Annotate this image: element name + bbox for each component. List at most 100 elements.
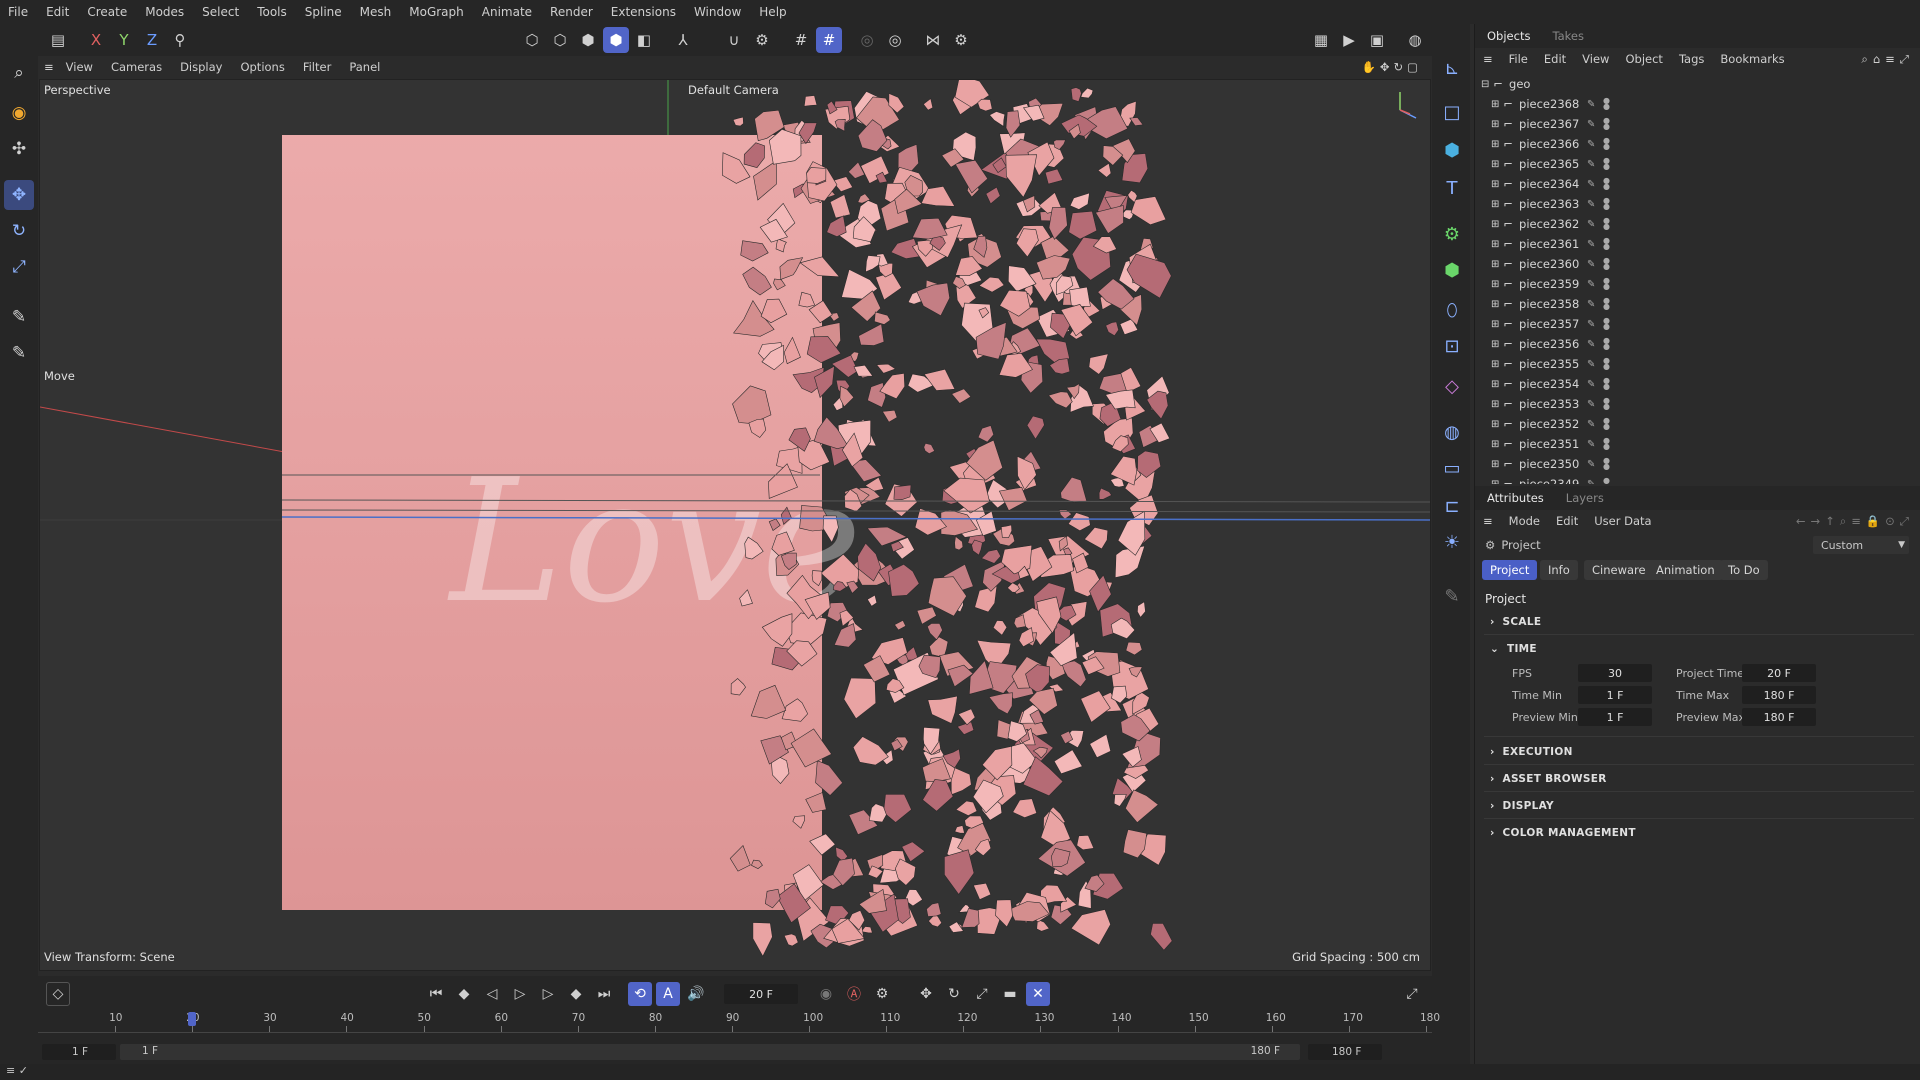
time-max-field[interactable]: 180 F	[1742, 686, 1816, 704]
edges-mode-icon[interactable]: ⬡	[547, 27, 573, 53]
render-settings-icon[interactable]: ◍	[1402, 27, 1428, 53]
text-object-icon[interactable]: T	[1438, 174, 1466, 202]
rotate-tool-icon[interactable]: ↻	[4, 216, 34, 246]
visibility-dots-icon[interactable]: ●●	[1603, 397, 1610, 411]
object-row[interactable]: ⊞ ⌐ piece2365 ✎ ● ●	[1475, 154, 1915, 174]
edit-icon[interactable]: ✎	[1587, 199, 1595, 210]
menu-animate[interactable]: Animate	[482, 5, 532, 19]
key-position-icon[interactable]: ✥	[914, 982, 938, 1006]
move-tool-icon[interactable]: ✥	[4, 180, 34, 210]
objects-toolbar-icons[interactable]: ⌕⌂≡⤢	[1861, 52, 1914, 67]
preview-max-field[interactable]: 180 F	[1742, 708, 1816, 726]
snap-settings-icon[interactable]: ⚙	[749, 27, 775, 53]
subtab-todo[interactable]: To Do	[1720, 560, 1768, 580]
expand-icon[interactable]: ⊞	[1491, 159, 1499, 170]
expand-icon[interactable]: ⊞	[1491, 319, 1499, 330]
generator-icon[interactable]: ⬢	[1438, 256, 1466, 284]
edit-icon[interactable]: ✎	[1587, 459, 1595, 470]
range-slider[interactable]: 1 F 180 F	[120, 1044, 1300, 1060]
coordinate-system-icon[interactable]: ⚲	[167, 27, 193, 53]
tab-takes[interactable]: Takes	[1552, 29, 1584, 43]
object-row[interactable]: ⊞ ⌐ piece2354 ✎ ● ●	[1475, 374, 1915, 394]
workplane-icon[interactable]: #	[788, 27, 814, 53]
fps-field[interactable]: 30	[1578, 664, 1652, 682]
edit-icon[interactable]: ✎	[1587, 259, 1595, 270]
object-row[interactable]: ⊞ ⌐ piece2356 ✎ ● ●	[1475, 334, 1915, 354]
go-to-start-icon[interactable]: ⏮	[424, 982, 448, 1006]
undo-icon[interactable]: ▤	[45, 27, 71, 53]
keyframe-settings-icon[interactable]: ⚙	[870, 982, 894, 1006]
project-time-field[interactable]: 20 F	[1742, 664, 1816, 682]
edit-icon[interactable]: ✎	[1587, 399, 1595, 410]
preview-min-field[interactable]: 1 F	[1578, 708, 1652, 726]
edit-icon[interactable]: ✎	[1587, 99, 1595, 110]
menu-edit[interactable]: Edit	[46, 5, 69, 19]
collapse-icon[interactable]: ⊟	[1481, 79, 1489, 90]
timeline-expand-icon[interactable]: ⤢	[1400, 982, 1424, 1006]
object-row[interactable]: ⊞ ⌐ piece2350 ✎ ● ●	[1475, 454, 1915, 474]
object-row[interactable]: ⊞ ⌐ piece2357 ✎ ● ●	[1475, 314, 1915, 334]
sketch-icon[interactable]: ✎	[1438, 582, 1466, 610]
x-axis-toggle[interactable]: X	[83, 27, 109, 53]
key-rotation-icon[interactable]: ↻	[942, 982, 966, 1006]
expand-icon[interactable]: ⊞	[1491, 239, 1499, 250]
axis-mode-icon[interactable]: ⅄	[670, 27, 696, 53]
3d-viewport[interactable]: Perspective Default Camera Move Love Vie…	[39, 79, 1431, 971]
polygons-mode-icon[interactable]: ⬢	[575, 27, 601, 53]
object-row[interactable]: ⊞ ⌐ piece2352 ✎ ● ●	[1475, 414, 1915, 434]
viewport-menu-panel[interactable]: Panel	[349, 60, 380, 74]
edit-icon[interactable]: ✎	[1587, 379, 1595, 390]
expand-icon[interactable]: ⊞	[1491, 399, 1499, 410]
environment-icon[interactable]: ◍	[1438, 418, 1466, 446]
auto-key-icon[interactable]: A	[656, 982, 680, 1006]
symmetry-icon[interactable]: ⋈	[920, 27, 946, 53]
symmetry-settings-icon[interactable]: ⚙	[948, 27, 974, 53]
expand-icon[interactable]: ⊞	[1491, 299, 1499, 310]
light-icon[interactable]: ☀	[1438, 528, 1466, 556]
primitive-cube-icon[interactable]: □	[1438, 98, 1466, 126]
expand-icon[interactable]: ⊞	[1491, 279, 1499, 290]
expand-icon[interactable]: ⊞	[1491, 339, 1499, 350]
autokey-record-icon[interactable]: Ⓐ	[842, 982, 866, 1006]
visibility-dots-icon[interactable]: ●●	[1603, 237, 1610, 251]
viewport-nav-icons[interactable]: ✋✥↻▢	[1362, 60, 1422, 74]
objects-menu-bookmarks[interactable]: Bookmarks	[1720, 52, 1784, 66]
object-row[interactable]: ⊞ ⌐ piece2360 ✎ ● ●	[1475, 254, 1915, 274]
timeline-ruler[interactable]: 1020304050607080901001101201301401501601…	[38, 1010, 1440, 1040]
edit-icon[interactable]: ✎	[1587, 179, 1595, 190]
scale-tool-icon[interactable]: ⤢	[4, 252, 34, 282]
expand-icon[interactable]: ⊞	[1491, 139, 1499, 150]
cloner-icon[interactable]: ⚙	[1438, 220, 1466, 248]
visibility-dots-icon[interactable]: ●●	[1603, 157, 1610, 171]
play-icon[interactable]: ▷	[508, 982, 532, 1006]
key-scale-icon[interactable]: ⤢	[970, 982, 994, 1006]
tool-settings-icon[interactable]: ✣	[4, 134, 34, 164]
go-to-end-icon[interactable]: ⏭	[592, 982, 616, 1006]
record-icon[interactable]: ◉	[814, 982, 838, 1006]
range-start-field[interactable]: 1 F	[42, 1044, 116, 1060]
subtab-project[interactable]: Project	[1482, 560, 1538, 580]
viewport-menu-filter[interactable]: Filter	[303, 60, 331, 74]
expand-icon[interactable]: ⊞	[1491, 199, 1499, 210]
attributes-nav-icons[interactable]: ←→↑⌕≡🔒⊙⤢	[1796, 514, 1914, 529]
coordinates-icon[interactable]: ⊾	[1438, 54, 1466, 82]
menu-tools[interactable]: Tools	[257, 5, 287, 19]
search-icon[interactable]: ⌕	[4, 58, 34, 88]
key-param-icon[interactable]: ▬	[998, 982, 1022, 1006]
status-menu-icon[interactable]: ≡ ✓	[6, 1064, 28, 1077]
edit-icon[interactable]: ✎	[1587, 119, 1595, 130]
expand-icon[interactable]: ⊞	[1491, 259, 1499, 270]
section-execution[interactable]: › EXECUTION	[1490, 746, 1573, 758]
edit-icon[interactable]: ✎	[1587, 279, 1595, 290]
time-min-field[interactable]: 1 F	[1578, 686, 1652, 704]
edit-icon[interactable]: ✎	[1587, 359, 1595, 370]
key-pla-icon[interactable]: ✕	[1026, 982, 1050, 1006]
edit-icon[interactable]: ✎	[1587, 419, 1595, 430]
edit-icon[interactable]: ✎	[1587, 479, 1595, 485]
expand-icon[interactable]: ⊞	[1491, 419, 1499, 430]
attributes-menu-edit[interactable]: Edit	[1556, 514, 1578, 528]
subtab-animation[interactable]: Animation	[1648, 560, 1723, 580]
range-end-field[interactable]: 180 F	[1308, 1044, 1382, 1060]
deformer-icon[interactable]: ⬯	[1438, 296, 1466, 324]
visibility-dots-icon[interactable]: ●●	[1603, 357, 1610, 371]
